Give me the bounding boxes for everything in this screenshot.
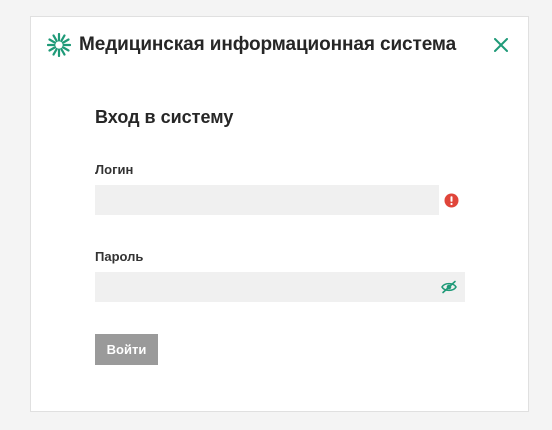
dialog-header: Медицинская информационная система: [31, 17, 528, 73]
login-input[interactable]: [95, 185, 439, 215]
error-icon: [444, 193, 459, 208]
eye-icon[interactable]: [441, 280, 457, 294]
login-label: Логин: [95, 162, 134, 177]
sunburst-logo-icon: [47, 33, 71, 57]
password-label: Пароль: [95, 249, 144, 264]
login-dialog: Медицинская информационная система Вход …: [30, 16, 529, 412]
close-button[interactable]: [491, 35, 511, 55]
login-submit-button[interactable]: Войти: [95, 334, 158, 365]
form-title: Вход в систему: [95, 107, 234, 127]
app-title: Медицинская информационная система: [79, 34, 457, 55]
close-icon: [494, 38, 508, 52]
password-input[interactable]: [95, 272, 465, 302]
